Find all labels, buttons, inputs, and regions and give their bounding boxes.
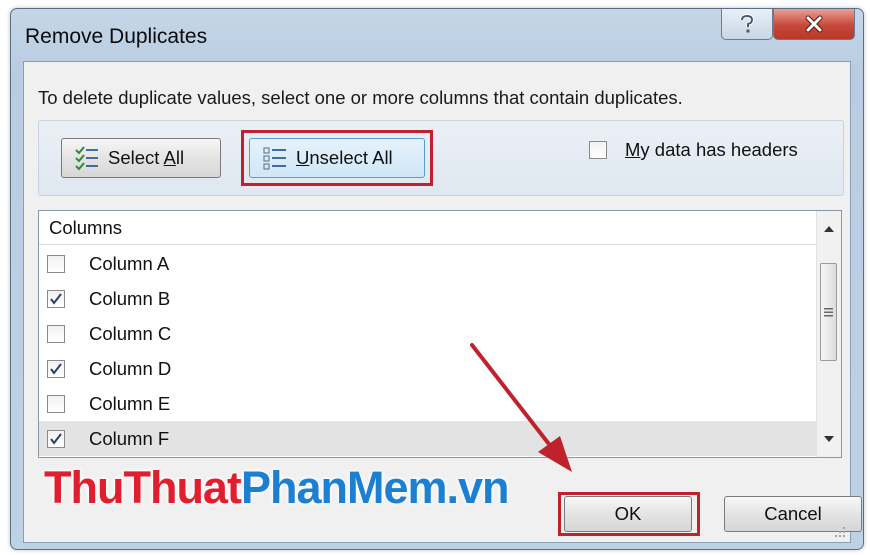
watermark-logo: ThuThuatPhanMem.vn <box>44 462 510 513</box>
